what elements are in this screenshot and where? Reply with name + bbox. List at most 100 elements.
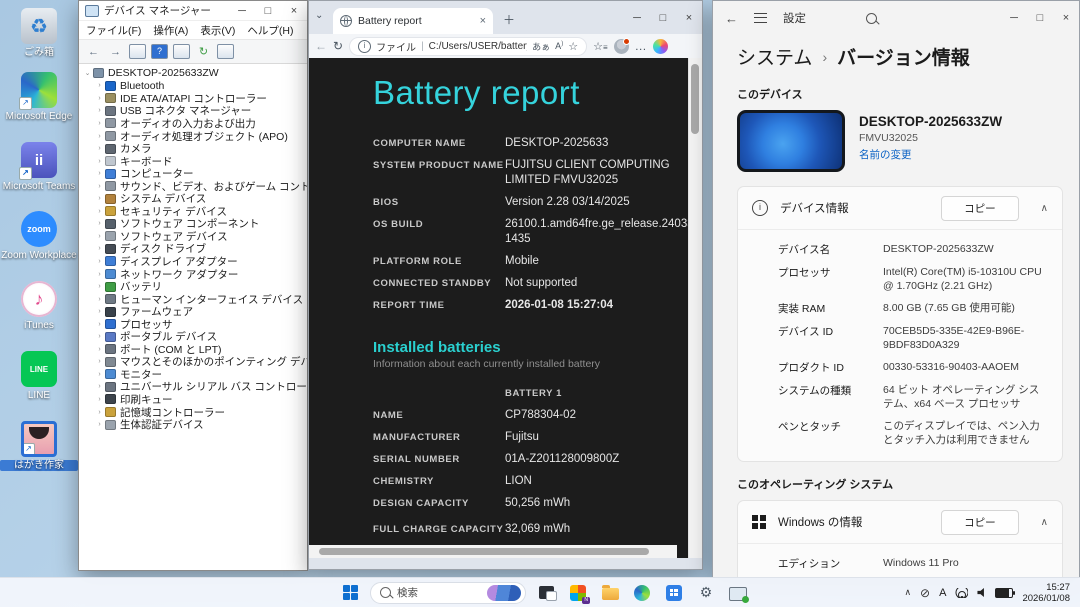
close-button[interactable]: ×	[1053, 1, 1079, 35]
tree-item-label[interactable]: ディスプレイ アダプター	[120, 255, 238, 268]
maximize-button[interactable]: □	[650, 1, 676, 34]
close-button[interactable]: ×	[676, 1, 702, 34]
back-icon[interactable]: ←	[85, 43, 102, 60]
collapse-chevron-icon[interactable]: ∧	[1041, 517, 1048, 528]
favorite-star-icon[interactable]: ☆	[568, 40, 578, 53]
hidden-icons-chevron-icon[interactable]: ∧	[904, 587, 911, 598]
tree-chevron-icon[interactable]: ›	[95, 383, 104, 390]
breadcrumb-section[interactable]: システム	[737, 43, 812, 70]
search-highlight-image[interactable]	[487, 585, 521, 601]
tree-chevron-icon[interactable]: ›	[95, 396, 104, 403]
nav-back-icon[interactable]: ←	[315, 39, 327, 53]
wifi-icon[interactable]	[955, 588, 968, 598]
eye-off-icon[interactable]: ⊘	[920, 586, 930, 600]
copy-button[interactable]: コピー	[941, 510, 1019, 535]
tree-chevron-icon[interactable]: ›	[95, 183, 104, 190]
settings-titlebar[interactable]: ← 設定 ─ □ ×	[713, 1, 1079, 35]
maximize-button[interactable]: □	[1027, 1, 1053, 35]
vertical-scrollbar[interactable]	[688, 58, 702, 558]
speaker-icon[interactable]	[977, 588, 986, 597]
tree-item-label[interactable]: 記憶域コントローラー	[120, 406, 225, 419]
tree-item-label[interactable]: USB コネクタ マネージャー	[120, 105, 251, 118]
tree-chevron-icon[interactable]: ›	[95, 308, 104, 315]
tree-chevron-icon[interactable]: ›	[95, 245, 104, 252]
computer-icon[interactable]	[217, 44, 234, 59]
horizontal-scrollbar[interactable]	[309, 545, 677, 558]
tree-item-label[interactable]: 印刷キュー	[120, 393, 173, 406]
taskbar-search[interactable]: 検索	[370, 582, 526, 604]
tree-chevron-icon[interactable]: ›	[95, 271, 104, 278]
task-view-button[interactable]	[533, 581, 559, 605]
tree-chevron-icon[interactable]: ›	[95, 195, 104, 202]
collapse-chevron-icon[interactable]: ∧	[1041, 203, 1048, 214]
tree-root-label[interactable]: DESKTOP-2025633ZW	[108, 67, 219, 79]
maximize-button[interactable]: □	[255, 1, 281, 20]
tree-chevron-icon[interactable]: ›	[95, 82, 104, 89]
tree-chevron-icon[interactable]: ›	[95, 421, 104, 428]
read-aloud-icon[interactable]: A)	[555, 41, 563, 51]
tree-item-label[interactable]: システム デバイス	[120, 192, 206, 205]
device-info-card-header[interactable]: i デバイス情報 コピー ∧	[738, 187, 1062, 230]
store-button[interactable]	[661, 581, 687, 605]
menu-action[interactable]: 操作(A)	[153, 23, 188, 38]
desktop-icon-recycle-bin[interactable]: ♻ ごみ箱	[0, 8, 78, 58]
copilot-icon[interactable]	[653, 39, 668, 54]
tree-item-label[interactable]: Bluetooth	[120, 80, 164, 92]
tree-item-label[interactable]: ユニバーサル シリアル バス コントローラー	[120, 381, 307, 394]
ime-mode-indicator[interactable]: A	[939, 587, 946, 599]
tree-chevron-icon[interactable]: ›	[95, 233, 104, 240]
profile-avatar[interactable]	[614, 39, 629, 54]
properties-icon[interactable]	[173, 44, 190, 59]
file-explorer-button[interactable]	[597, 581, 623, 605]
tree-chevron-icon[interactable]: ›	[95, 346, 104, 353]
minimize-button[interactable]: ─	[1001, 1, 1027, 35]
tree-item-label[interactable]: コンピューター	[120, 167, 194, 180]
desktop-icon-edge[interactable]: ↗ Microsoft Edge	[0, 72, 78, 122]
edge-button[interactable]	[629, 581, 655, 605]
tree-chevron-icon[interactable]: ›	[95, 333, 104, 340]
tree-chevron-icon[interactable]: ›	[95, 321, 104, 328]
help-icon[interactable]: ?	[151, 44, 168, 59]
nav-refresh-icon[interactable]: ↻	[333, 39, 343, 53]
desktop-icon-itunes[interactable]: ♪ iTunes	[0, 281, 78, 331]
start-button[interactable]	[337, 581, 363, 605]
tree-expanded-chevron-icon[interactable]: ⌄	[83, 69, 92, 77]
new-tab-icon[interactable]: ＋	[503, 11, 515, 28]
tree-chevron-icon[interactable]: ›	[95, 208, 104, 215]
desktop-icon-line[interactable]: LINE LINE	[0, 351, 78, 401]
tree-chevron-icon[interactable]: ›	[95, 120, 104, 127]
tree-item-label[interactable]: カメラ	[120, 142, 152, 155]
tree-item-label[interactable]: キーボード	[120, 155, 173, 168]
settings-search-icon[interactable]	[866, 13, 877, 24]
battery-tray-icon[interactable]	[995, 588, 1013, 598]
tree-item-label[interactable]: ファームウェア	[120, 305, 193, 318]
rename-device-link[interactable]: 名前の変更	[859, 147, 1002, 162]
tree-item-label[interactable]: ポータブル デバイス	[120, 330, 217, 343]
tree-chevron-icon[interactable]: ›	[95, 107, 104, 114]
tree-chevron-icon[interactable]: ›	[95, 409, 104, 416]
tree-chevron-icon[interactable]: ›	[95, 133, 104, 140]
address-bar[interactable]: i ファイル | C:/Users/USER/battery-... あぁ A)…	[349, 37, 587, 56]
menu-help[interactable]: ヘルプ(H)	[247, 23, 293, 38]
tree-item-label[interactable]: セキュリティ デバイス	[120, 205, 227, 218]
device-manager-button[interactable]	[725, 581, 751, 605]
minimize-button[interactable]: ─	[624, 1, 650, 34]
console-window-icon[interactable]	[129, 44, 146, 59]
hamburger-menu-icon[interactable]	[754, 13, 767, 23]
tree-chevron-icon[interactable]: ›	[95, 158, 104, 165]
tree-item-label[interactable]: 生体認証デバイス	[120, 418, 204, 431]
tab-search-dropdown-icon[interactable]: ⌄	[315, 10, 323, 21]
horizontal-scrollbar-thumb[interactable]	[319, 548, 649, 555]
tree-chevron-icon[interactable]: ›	[95, 95, 104, 102]
tree-item-label[interactable]: プロセッサ	[120, 318, 173, 331]
tree-chevron-icon[interactable]: ›	[95, 145, 104, 152]
tree-item-label[interactable]: モニター	[120, 368, 162, 381]
tree-chevron-icon[interactable]: ›	[95, 170, 104, 177]
scan-hardware-icon[interactable]: ↻	[195, 43, 212, 60]
tree-item-label[interactable]: ソフトウェア デバイス	[120, 230, 228, 243]
device-manager-titlebar[interactable]: デバイス マネージャー ─ □ ×	[79, 1, 307, 21]
forward-icon[interactable]: →	[107, 43, 124, 60]
desktop-icon-zoom[interactable]: zoom Zoom Workplace	[0, 211, 78, 261]
tab-close-icon[interactable]: ×	[480, 15, 486, 27]
tree-chevron-icon[interactable]: ›	[95, 220, 104, 227]
